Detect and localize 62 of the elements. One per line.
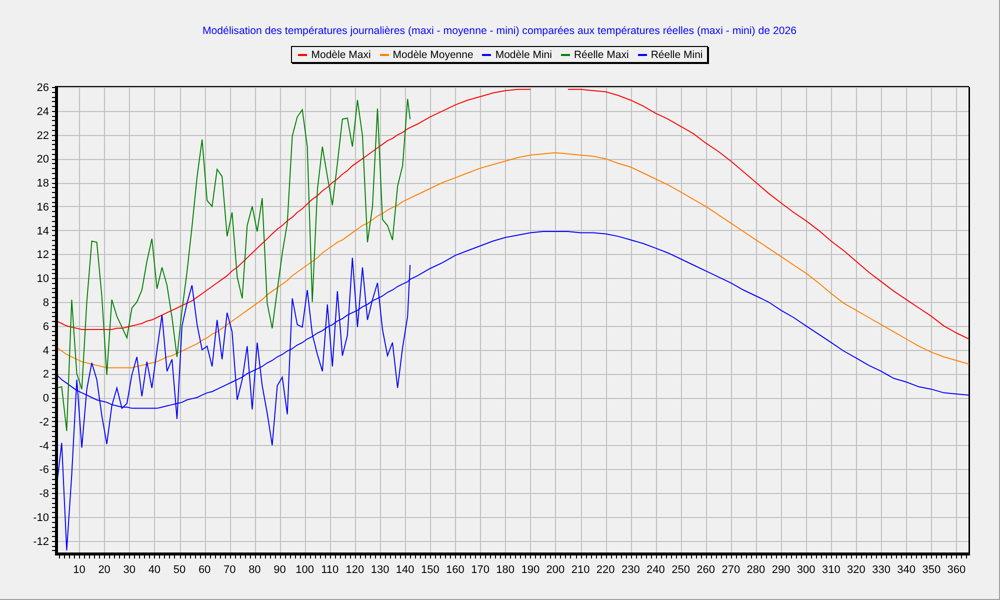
x-tick-label: 280 — [746, 564, 765, 576]
x-tick-label: 350 — [922, 564, 940, 576]
x-tick-label: 40 — [148, 564, 160, 576]
x-tick-label: 260 — [696, 564, 715, 576]
y-tick-label: 24 — [36, 106, 48, 118]
x-tick-label: 300 — [796, 564, 815, 576]
y-tick-label: -2 — [38, 416, 48, 428]
x-tick-label: 210 — [570, 564, 590, 576]
y-tick-label: -4 — [38, 440, 48, 452]
x-tick-label: 130 — [370, 564, 389, 576]
x-tick-label: 110 — [320, 564, 338, 576]
x-tick-label: 230 — [620, 564, 640, 576]
x-tick-label: 290 — [771, 564, 790, 576]
y-tick-label: 12 — [36, 249, 48, 262]
x-tick-label: 180 — [496, 564, 514, 576]
y-tick-label: 4 — [42, 344, 48, 357]
x-tick-label: 320 — [846, 564, 865, 576]
x-tick-label: 50 — [172, 564, 186, 576]
legend-label: Modèle Mini — [495, 48, 552, 62]
x-tick-label: 310 — [821, 564, 840, 576]
x-tick-label: 220 — [596, 564, 614, 576]
chart-title: Modélisation des températures journalières (maxi - moyenne - mini) comparées aux températures réelles (maxi - mini) de 2026 — [202, 25, 797, 38]
x-tick-label: 10 — [72, 564, 85, 576]
y-tick-label: 2 — [42, 368, 48, 381]
y-tick-label: 14 — [36, 225, 48, 238]
x-tick-label: 100 — [295, 564, 314, 576]
x-tick-label: 340 — [896, 564, 916, 576]
y-tick-label: -6 — [38, 464, 48, 476]
x-tick-label: 330 — [872, 564, 890, 576]
x-tick-label: 270 — [721, 564, 740, 576]
x-tick-label: 70 — [223, 564, 236, 576]
x-tick-label: 240 — [646, 564, 664, 576]
y-tick-label: 6 — [42, 320, 48, 333]
legend-label: Réelle Mini — [650, 48, 703, 62]
y-tick-label: 10 — [36, 273, 48, 286]
x-tick-label: 200 — [546, 564, 564, 576]
legend-label: Réelle Maxi — [574, 48, 629, 62]
x-tick-label: 250 — [671, 564, 690, 576]
x-tick-label: 170 — [470, 564, 489, 576]
x-tick-label: 150 — [420, 564, 439, 576]
legend-label: Modèle Maxi — [311, 48, 371, 62]
y-tick-label: 18 — [36, 178, 48, 190]
x-tick-label: 190 — [520, 564, 540, 576]
y-tick-label: 20 — [36, 154, 48, 166]
y-tick-label: 8 — [42, 296, 48, 309]
x-tick-label: 360 — [946, 564, 966, 576]
y-tick-label: -12 — [32, 536, 48, 548]
y-tick-label: 26 — [36, 82, 48, 94]
y-tick-label: -10 — [32, 512, 48, 524]
legend-label: Modèle Moyenne — [392, 48, 474, 62]
x-tick-label: 20 — [98, 564, 110, 576]
x-tick-label: 90 — [273, 564, 286, 576]
x-tick-label: 160 — [446, 564, 464, 576]
x-tick-label: 140 — [395, 564, 414, 576]
y-tick-label: 22 — [36, 130, 48, 142]
x-tick-label: 80 — [248, 564, 260, 576]
x-tick-label: 30 — [122, 564, 135, 576]
x-tick-label: 60 — [198, 564, 210, 576]
y-tick-label: 0 — [42, 392, 48, 405]
x-tick-label: 120 — [345, 564, 364, 576]
y-tick-label: -8 — [38, 488, 48, 500]
y-tick-label: 16 — [36, 201, 48, 214]
